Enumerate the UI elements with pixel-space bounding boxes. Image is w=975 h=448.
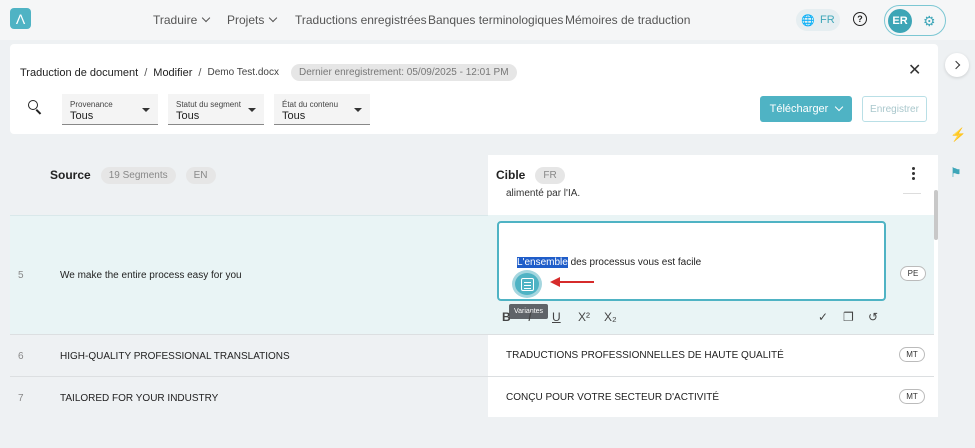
row-divider	[488, 334, 934, 335]
globe-icon: 🌐	[801, 14, 816, 27]
filter-segment-status[interactable]: Statut du segment Tous	[168, 94, 264, 125]
variants-button[interactable]	[512, 270, 542, 298]
filter-content-state[interactable]: État du contenu Tous	[274, 94, 370, 125]
search-icon[interactable]	[28, 100, 44, 116]
underline-button[interactable]: U	[552, 310, 561, 324]
close-icon[interactable]: ✕	[908, 60, 921, 80]
download-label: Télécharger	[769, 103, 829, 115]
filter-value: Tous	[282, 110, 306, 122]
bold-button[interactable]: B	[502, 310, 511, 324]
superscript-button[interactable]: X²	[578, 310, 590, 324]
caret-down-icon	[354, 108, 362, 112]
source-language-badge: EN	[185, 166, 216, 184]
breadcrumb-item[interactable]: Traduction de document	[20, 67, 138, 79]
subscript-button[interactable]: X₂	[604, 310, 617, 324]
source-column-header: Source 19 Segments EN	[50, 155, 216, 195]
selected-text: L'ensemble	[517, 257, 568, 268]
top-navigation: Λ Traduire Projets Traductions enregistr…	[0, 0, 975, 40]
language-code: FR	[820, 14, 835, 26]
status-badge: PE	[900, 266, 926, 281]
chevron-down-icon	[835, 102, 844, 112]
segment-number: 5	[18, 270, 24, 281]
target-language-badge: FR	[535, 166, 565, 184]
target-editor[interactable]: L'ensemble des processus vous est facile	[497, 221, 886, 301]
nav-item-projets[interactable]: Projets	[227, 13, 278, 27]
document-header: Traduction de document / Modifier / Demo…	[10, 44, 938, 134]
nav-item-label: Banques terminologiques	[428, 13, 564, 27]
previous-row-badge	[903, 190, 921, 194]
bookmark-icon[interactable]: ⚑	[950, 165, 962, 181]
caret-down-icon	[248, 108, 256, 112]
more-options-icon[interactable]	[912, 167, 915, 180]
filter-label: Statut du segment	[176, 100, 241, 109]
source-text: HIGH-QUALITY PROFESSIONAL TRANSLATIONS	[60, 351, 290, 362]
confirm-icon[interactable]: ✓	[818, 310, 828, 324]
breadcrumb-separator: /	[144, 66, 148, 79]
chevron-down-icon	[269, 13, 278, 23]
expand-panel-button[interactable]	[945, 53, 969, 77]
list-icon	[520, 277, 534, 291]
filter-value: Tous	[176, 110, 200, 122]
breadcrumb: Traduction de document / Modifier / Demo…	[20, 64, 517, 81]
copy-source-icon[interactable]: ❐	[843, 310, 854, 324]
status-badge: MT	[899, 347, 925, 362]
chevron-down-icon	[202, 13, 211, 23]
bolt-icon[interactable]: ⚡	[950, 127, 966, 143]
caret-down-icon	[142, 108, 150, 112]
nav-item-saved-translations[interactable]: Traductions enregistrées	[295, 13, 427, 27]
annotation-arrow	[559, 281, 594, 283]
breadcrumb-item[interactable]: Modifier	[153, 67, 192, 79]
status-badge: MT	[899, 389, 925, 404]
source-text: TAILORED FOR YOUR INDUSTRY	[60, 393, 219, 404]
breadcrumb-file: Demo Test.docx	[207, 67, 279, 78]
previous-target-fragment: alimenté par l'IA.	[506, 188, 581, 199]
target-text-rest: des processus vous est facile	[567, 257, 702, 268]
nav-item-translation-memories[interactable]: Mémoires de traduction	[565, 13, 690, 27]
user-menu[interactable]: ER ⚙	[884, 5, 946, 36]
nav-item-term-banks[interactable]: Banques terminologiques	[428, 13, 563, 27]
table-row[interactable]: 6 HIGH-QUALITY PROFESSIONAL TRANSLATIONS	[10, 334, 488, 376]
nav-item-traduire[interactable]: Traduire	[153, 13, 211, 27]
table-row[interactable]: 5 We make the entire process easy for yo…	[10, 215, 488, 334]
gear-icon[interactable]: ⚙	[923, 13, 936, 30]
source-title: Source	[50, 168, 91, 182]
help-icon[interactable]: ?	[853, 12, 867, 26]
filter-provenance[interactable]: Provenance Tous	[62, 94, 158, 125]
filter-label: État du contenu	[282, 100, 339, 109]
save-button[interactable]: Enregistrer	[862, 96, 927, 122]
language-selector[interactable]: 🌐 FR	[796, 9, 840, 31]
row-divider	[488, 376, 934, 377]
filter-label: Provenance	[70, 100, 113, 109]
nav-item-label: Traductions enregistrées	[295, 13, 427, 27]
segment-number: 7	[18, 393, 24, 404]
chevron-right-icon	[951, 60, 961, 70]
segment-number: 6	[18, 351, 24, 362]
history-icon[interactable]: ↺	[868, 310, 878, 324]
annotation-arrow-head	[550, 277, 560, 287]
nav-item-label: Mémoires de traduction	[565, 13, 691, 27]
scrollbar[interactable]	[934, 190, 938, 240]
segment-count-badge: 19 Segments	[100, 166, 176, 184]
target-text[interactable]: L'ensemble des processus vous est facile	[517, 257, 701, 268]
download-button[interactable]: Télécharger	[760, 96, 852, 122]
filter-value: Tous	[70, 110, 94, 122]
target-title: Cible	[496, 168, 526, 182]
save-status-badge: Dernier enregistrement: 05/09/2025 - 12:…	[290, 64, 517, 81]
source-text: We make the entire process easy for you	[60, 270, 242, 281]
target-text[interactable]: CONÇU POUR VOTRE SECTEUR D'ACTIVITÉ	[506, 392, 719, 403]
nav-item-label: Projets	[227, 13, 265, 27]
italic-button[interactable]: I	[528, 310, 531, 324]
app-logo[interactable]: Λ	[10, 8, 31, 29]
breadcrumb-separator: /	[198, 66, 202, 79]
table-row[interactable]: 7 TAILORED FOR YOUR INDUSTRY	[10, 376, 488, 418]
nav-item-label: Traduire	[153, 13, 198, 27]
avatar[interactable]: ER	[888, 9, 912, 33]
target-text[interactable]: TRADUCTIONS PROFESSIONNELLES DE HAUTE QU…	[506, 350, 784, 361]
